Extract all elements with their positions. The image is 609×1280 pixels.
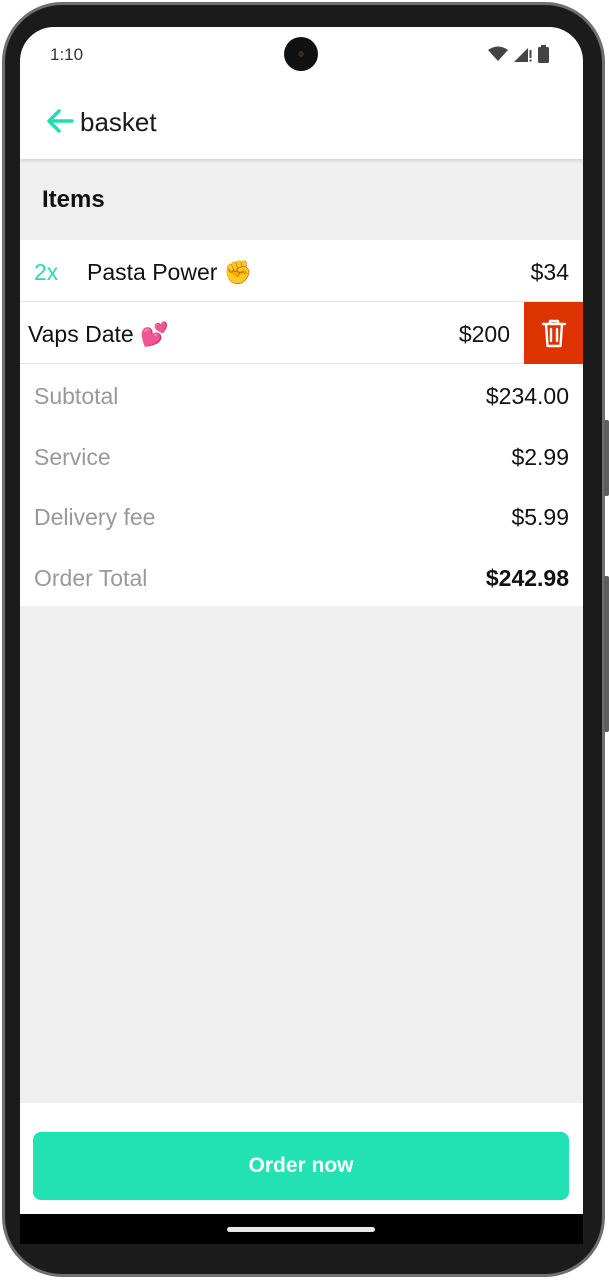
status-bar: 1:10 xyxy=(20,27,583,83)
item-name: Pasta Power ✊ xyxy=(87,259,253,285)
summary-label: Order Total xyxy=(34,564,148,591)
order-total-value: $242.98 xyxy=(485,564,569,591)
bottom-bar: Order now xyxy=(20,1103,583,1213)
item-price: $34 xyxy=(530,259,569,285)
arrow-left-icon xyxy=(47,109,74,133)
summary-value: $5.99 xyxy=(511,504,569,530)
page-title: basket xyxy=(80,107,157,137)
volume-button xyxy=(604,576,609,732)
summary-row-delivery-fee: Delivery fee $5.99 xyxy=(20,485,583,546)
basket-item-row-swiped[interactable]: Vaps Date 💕 $200 xyxy=(20,302,583,364)
app-bar: basket xyxy=(20,83,583,159)
home-indicator[interactable] xyxy=(227,1227,375,1232)
summary-value: $234.00 xyxy=(485,383,569,409)
item-quantity: 2x xyxy=(34,259,59,285)
items-section-header: Items xyxy=(42,186,105,213)
wifi-icon xyxy=(488,46,508,61)
summary-label: Service xyxy=(34,443,111,470)
summary-label: Subtotal xyxy=(34,383,119,409)
status-icons xyxy=(488,45,549,63)
camera-cutout xyxy=(284,37,318,71)
gesture-bar xyxy=(20,1214,583,1244)
signal-icon xyxy=(514,48,532,62)
order-now-button[interactable]: Order now xyxy=(33,1132,569,1200)
power-button xyxy=(604,420,609,496)
delete-item-button[interactable] xyxy=(524,302,583,364)
basket-content: Items 2x Pasta Power ✊ $34 Vaps Date 💕 $… xyxy=(20,159,583,1103)
battery-icon xyxy=(538,45,549,63)
summary-row-service: Service $2.99 xyxy=(20,425,583,486)
basket-item-row[interactable]: 2x Pasta Power ✊ $34 xyxy=(20,240,583,302)
item-price: $200 xyxy=(458,321,510,347)
summary-label: Delivery fee xyxy=(34,504,156,530)
item-name: Vaps Date 💕 xyxy=(28,321,169,347)
summary-row-subtotal: Subtotal $234.00 xyxy=(20,364,583,425)
screen: 1:10 basket Items 2x Pasta Power ✊ $34 V… xyxy=(20,27,583,1241)
summary-value: $2.99 xyxy=(511,443,569,470)
status-time: 1:10 xyxy=(50,45,84,64)
back-button[interactable] xyxy=(44,105,76,137)
trash-icon xyxy=(541,319,566,348)
summary-row-order-total: Order Total $242.98 xyxy=(20,546,583,607)
order-summary: Subtotal $234.00 Service $2.99 Delivery … xyxy=(20,364,583,606)
